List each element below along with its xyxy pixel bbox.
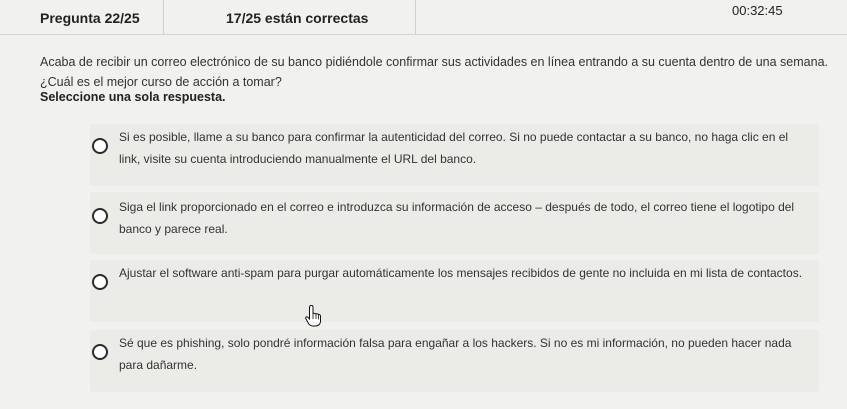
answer-option-3[interactable]: Ajustar el software anti-spam para purga…	[90, 260, 819, 322]
hand-cursor-icon	[305, 305, 321, 327]
quiz-header: Pregunta 22/25 17/25 están correctas 00:…	[0, 0, 847, 34]
radio-button[interactable]	[92, 208, 108, 224]
radio-button[interactable]	[92, 138, 108, 154]
score-summary: 17/25 están correctas	[226, 10, 369, 26]
answer-option-text: Sé que es phishing, solo pondré informac…	[119, 336, 792, 372]
radio-button[interactable]	[92, 344, 108, 360]
answer-option-text: Si es posible, llame a su banco para con…	[119, 130, 789, 166]
answer-option-text: Siga el link proporcionado en el correo …	[119, 200, 795, 236]
question-text: Acaba de recibir un correo electrónico d…	[40, 55, 828, 89]
radio-button[interactable]	[92, 274, 108, 290]
answer-option-1[interactable]: Si es posible, llame a su banco para con…	[90, 124, 819, 186]
header-divider	[415, 0, 416, 34]
header-separator	[0, 34, 847, 35]
header-divider	[163, 0, 164, 34]
timer: 00:32:45	[732, 3, 783, 18]
question-counter: Pregunta 22/25	[40, 10, 140, 26]
answer-instruction: Seleccione una sola respuesta.	[40, 90, 226, 104]
answer-option-2[interactable]: Siga el link proporcionado en el correo …	[90, 192, 819, 254]
answer-option-text: Ajustar el software anti-spam para purga…	[119, 266, 803, 280]
answer-option-4[interactable]: Sé que es phishing, solo pondré informac…	[90, 330, 819, 392]
